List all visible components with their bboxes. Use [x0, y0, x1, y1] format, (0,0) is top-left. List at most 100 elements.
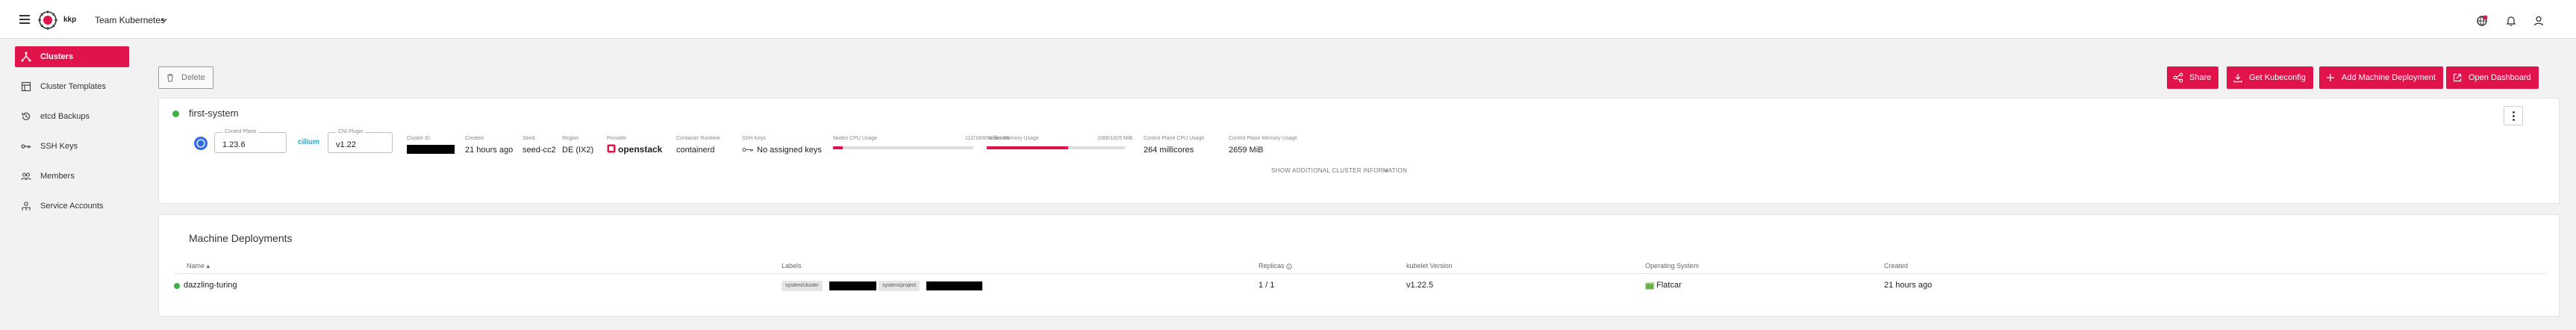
label-chip: system/cluster [782, 281, 823, 291]
cni-logo: cilium [298, 138, 319, 146]
sidebar-item-label: SSH Keys [40, 142, 78, 151]
backup-icon [21, 112, 31, 120]
md-created: 21 hours ago [1884, 281, 1933, 290]
cni-version-field[interactable]: CNI Plugin v1.22 [328, 129, 393, 153]
account-icon[interactable] [2533, 15, 2545, 27]
main-content: Delete Share Get Kubeconfig Add Machine … [149, 39, 2568, 319]
nodes-memory-label: Nodes Memory Usage [987, 136, 1039, 141]
chevron-down-icon [1384, 169, 1388, 172]
delete-label: Delete [181, 73, 205, 82]
members-icon [21, 172, 31, 181]
show-more-toggle[interactable]: SHOW ADDITIONAL CLUSTER INFORMATION [1271, 166, 1407, 175]
open-in-new-icon [2453, 73, 2462, 82]
column-header-os: Operating System [1645, 262, 1700, 270]
ssh-keys-label: SSH Keys [742, 136, 766, 141]
nodes-cpu-label: Nodes CPU Usage [833, 136, 878, 141]
cp-memory-value: 2659 MiB [1229, 146, 1264, 155]
sidebar: Clusters Cluster Templates etcd Backups … [11, 39, 138, 319]
cluster-name: first-system [189, 108, 239, 119]
control-plane-label: Control Plane [222, 129, 259, 134]
seed-value: seed-cc2 [523, 146, 556, 155]
cluster-id-redacted [407, 145, 455, 154]
cp-cpu-label: Control Plane CPU Usage [1144, 136, 1205, 141]
logo-text: kkp [63, 16, 77, 24]
openstack-icon [607, 144, 616, 153]
md-kubelet-version: v1.22.5 [1406, 281, 1434, 290]
table-row[interactable]: dazzling-turing system/cluster system/pr… [174, 274, 2545, 298]
column-header-replicas: Replicas [1259, 262, 1292, 270]
label-value-redacted [926, 281, 982, 290]
cni-value: v1.22 [336, 140, 356, 149]
clusters-icon [21, 52, 31, 62]
control-plane-version-field[interactable]: Control Plane 1.23.6 [214, 129, 287, 153]
sidebar-item-cluster-templates[interactable]: Cluster Templates [15, 76, 129, 97]
column-header-labels: Labels [782, 262, 802, 270]
sidebar-item-clusters[interactable]: Clusters [15, 46, 129, 67]
open-dashboard-button[interactable]: Open Dashboard [2446, 66, 2539, 89]
trash-icon [167, 73, 173, 82]
md-operating-system: Flatcar [1656, 281, 1682, 290]
kkp-logo[interactable] [34, 9, 61, 31]
chevron-down-icon[interactable] [160, 16, 168, 24]
machine-deployments-title: Machine Deployments [189, 232, 293, 244]
add-md-label: Add Machine Deployment [2342, 73, 2436, 82]
sidebar-item-label: Cluster Templates [40, 82, 106, 91]
provider-value: openstack [618, 144, 663, 155]
cluster-id-label: Cluster ID [407, 136, 431, 141]
share-icon [2173, 72, 2183, 83]
provider-label: Provider [607, 136, 627, 141]
column-header-created: Created [1884, 262, 1909, 270]
nodes-cpu-bar [833, 146, 973, 149]
container-runtime-value: containerd [676, 146, 715, 155]
templates-icon [21, 81, 31, 92]
add-icon [2327, 74, 2334, 81]
sidebar-item-ssh-keys[interactable]: SSH Keys [15, 136, 129, 157]
sidebar-item-label: Clusters [40, 52, 74, 61]
get-kubeconfig-button[interactable]: Get Kubeconfig [2227, 66, 2313, 89]
md-name: dazzling-turing [184, 281, 237, 290]
sidebar-item-etcd-backups[interactable]: etcd Backups [15, 106, 129, 127]
share-label: Share [2189, 73, 2212, 82]
sidebar-item-label: etcd Backups [40, 112, 90, 121]
created-label: Created [465, 136, 484, 141]
nodes-cpu-bar-fill [833, 146, 843, 149]
info-icon[interactable] [1286, 263, 1292, 270]
kubeconfig-label: Get Kubeconfig [2249, 73, 2306, 82]
md-replicas: 1 / 1 [1259, 281, 1275, 290]
created-value: 21 hours ago [465, 146, 514, 155]
column-header-name-label: Name [187, 262, 205, 270]
column-header-kubelet: kubelet Version [1406, 262, 1453, 270]
menu-icon[interactable] [19, 15, 30, 24]
key-icon [21, 144, 31, 149]
sidebar-item-service-accounts[interactable]: Service Accounts [15, 196, 129, 217]
service-account-icon [22, 202, 31, 211]
container-runtime-label: Container Runtime [676, 136, 720, 141]
cp-memory-label: Control Plane Memory Usage [1229, 136, 1297, 141]
region-value: DE (IX2) [562, 146, 594, 155]
machine-deployments-card: Machine Deployments Name ▴ Labels Replic… [158, 214, 2560, 317]
md-status-icon [174, 283, 180, 289]
ssh-keys-value: No assigned keys [757, 146, 822, 155]
add-machine-deployment-button[interactable]: Add Machine Deployment [2319, 66, 2443, 89]
delete-button[interactable]: Delete [158, 66, 213, 89]
more-options-button[interactable] [2504, 106, 2523, 125]
cluster-status-icon [172, 110, 179, 117]
download-icon [2233, 74, 2242, 83]
cp-cpu-value: 264 millicores [1144, 146, 1194, 155]
notifications-icon[interactable] [2505, 15, 2517, 27]
kubernetes-version-icon [194, 137, 208, 150]
label-chip: system/project [879, 281, 920, 291]
nodes-memory-bar [987, 146, 1125, 149]
changelog-icon[interactable] [2476, 15, 2488, 27]
control-plane-value: 1.23.6 [222, 140, 246, 149]
sidebar-item-label: Service Accounts [40, 202, 104, 211]
nodes-memory-value: 1086/1826 MiB [1097, 136, 1133, 141]
share-button[interactable]: Share [2167, 66, 2219, 89]
cni-label: CNI Plugin [336, 129, 366, 134]
cluster-details-card: first-system Control Plane 1.23.6 cilium… [158, 98, 2560, 204]
dashboard-label: Open Dashboard [2469, 73, 2531, 82]
project-selector[interactable]: Team Kubernetes [95, 15, 165, 25]
top-bar: kkp Team Kubernetes [0, 0, 2576, 39]
sidebar-item-members[interactable]: Members [15, 166, 129, 187]
column-header-name[interactable]: Name ▴ [187, 262, 210, 270]
